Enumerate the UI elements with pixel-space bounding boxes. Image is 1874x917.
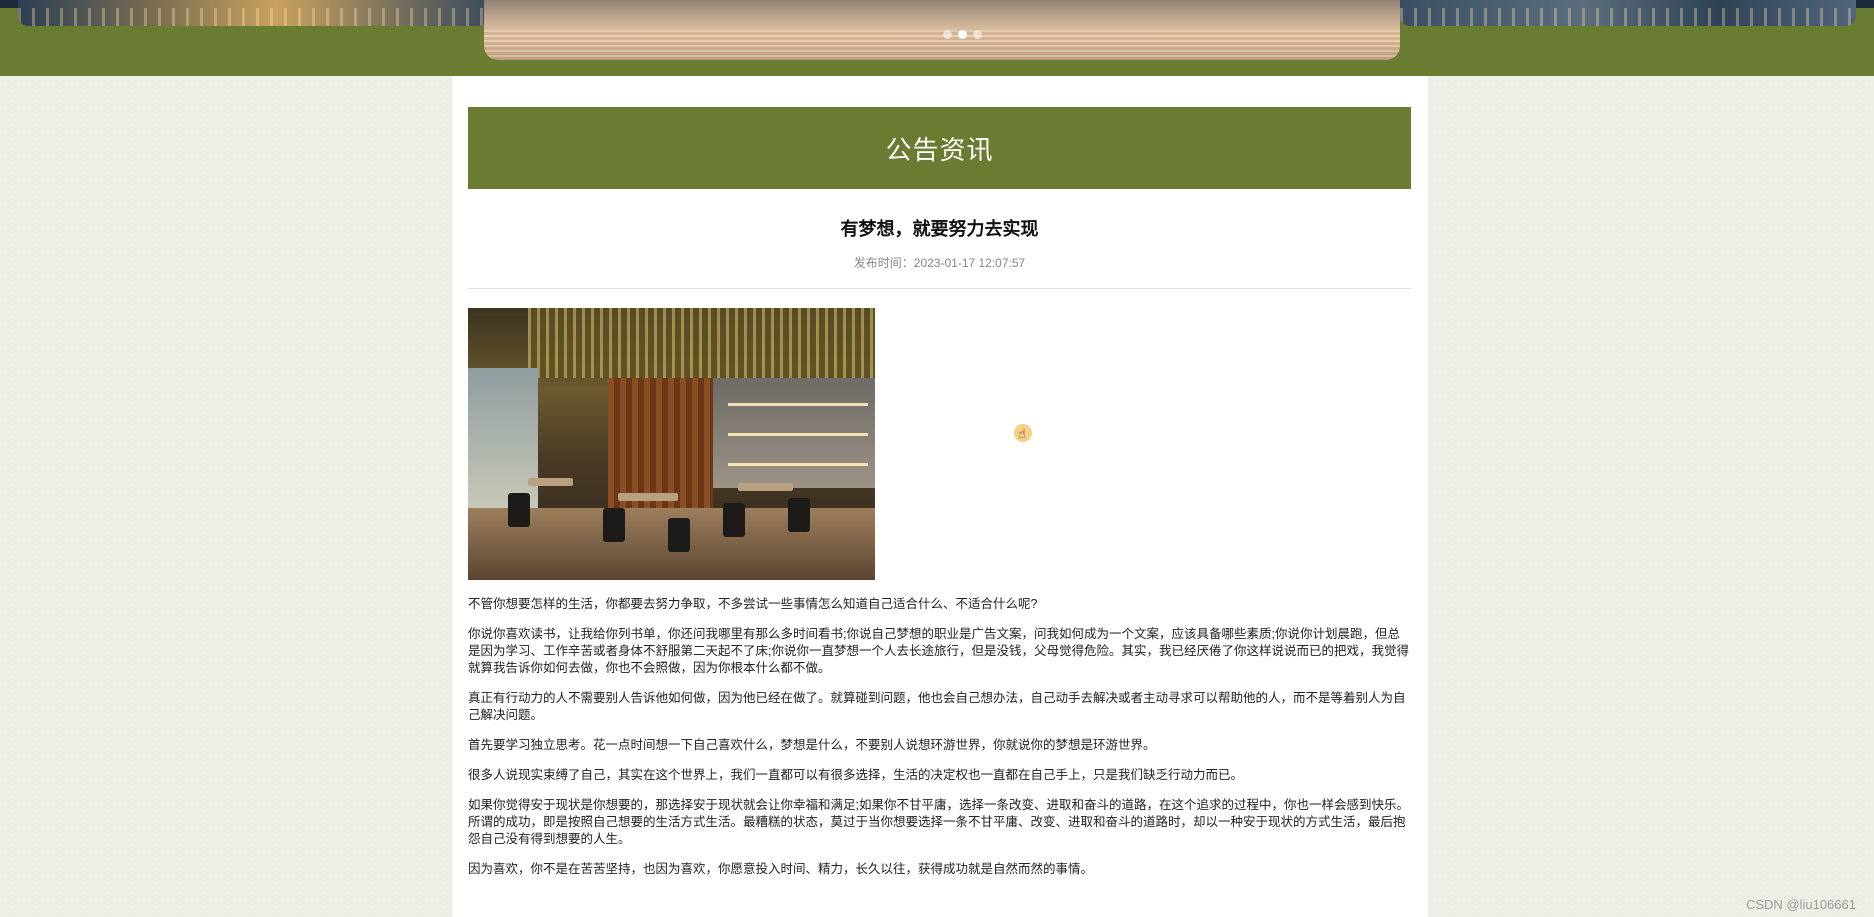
article-panel: 公告资讯 有梦想，就要努力去实现 发布时间：2023-01-17 12:07:5… bbox=[452, 76, 1428, 917]
image-chair bbox=[603, 508, 625, 542]
carousel-dot-2[interactable] bbox=[958, 30, 967, 39]
article-paragraph: 很多人说现实束缚了自己，其实在这个世界上，我们一直都可以有很多选择，生活的决定权… bbox=[468, 768, 1244, 782]
carousel-indicators bbox=[943, 30, 982, 39]
image-table bbox=[618, 493, 678, 501]
article-publish-info: 发布时间：2023-01-17 12:07:57 bbox=[468, 254, 1411, 271]
image-table bbox=[528, 478, 573, 486]
title-divider bbox=[468, 288, 1411, 289]
image-chair bbox=[508, 493, 530, 527]
article-body: 不管你想要怎样的生活，你都要去努力争取，不多尝试一些事情怎么知道自己适合什么、不… bbox=[468, 596, 1411, 891]
article-title: 有梦想，就要努力去实现 bbox=[840, 219, 1039, 239]
publish-time: 2023-01-17 12:07:57 bbox=[913, 256, 1026, 270]
carousel-dot-3[interactable] bbox=[973, 30, 982, 39]
publish-label: 发布时间： bbox=[853, 256, 914, 270]
top-banner-area bbox=[0, 0, 1874, 76]
carousel-dot-1[interactable] bbox=[943, 30, 952, 39]
article-paragraph: 如果你觉得安于现状是你想要的，那选择安于现状就会让你幸福和满足;如果你不甘平庸，… bbox=[468, 798, 1409, 846]
article-paragraph: 因为喜欢，你不是在苦苦坚持，也因为喜欢，你愿意投入时间、精力，长久以往，获得成功… bbox=[468, 862, 1094, 876]
image-shelf bbox=[728, 463, 868, 466]
image-window bbox=[468, 368, 538, 508]
mouse-cursor-icon: ☝ bbox=[1014, 424, 1032, 442]
article-paragraph: 不管你想要怎样的生活，你都要去努力争取，不多尝试一些事情怎么知道自己适合什么、不… bbox=[468, 597, 1038, 611]
carousel-prev-slide-image[interactable] bbox=[18, 0, 488, 26]
article-paragraph: 你说你喜欢读书，让我给你列书单，你还问我哪里有那么多时间看书;你说自己梦想的职业… bbox=[468, 627, 1409, 675]
article-image bbox=[468, 308, 875, 580]
image-chair bbox=[788, 498, 810, 532]
section-header-title: 公告资讯 bbox=[885, 134, 994, 165]
image-table bbox=[738, 483, 793, 491]
article-paragraph: 真正有行动力的人不需要别人告诉他如何做，因为他已经在做了。就算碰到问题，他也会自… bbox=[468, 691, 1406, 722]
watermark: CSDN @liu106661 bbox=[1745, 897, 1856, 912]
image-shelf bbox=[728, 433, 868, 436]
image-shelf bbox=[728, 403, 868, 406]
section-header: 公告资讯 bbox=[468, 107, 1411, 189]
article-paragraph: 首先要学习独立思考。花一点时间想一下自己喜欢什么，梦想是什么，不要别人说想环游世… bbox=[468, 738, 1156, 752]
carousel-active-slide-image[interactable] bbox=[484, 0, 1400, 60]
image-chair bbox=[668, 518, 690, 552]
carousel-next-slide-image[interactable] bbox=[1400, 0, 1856, 26]
image-chair bbox=[723, 503, 745, 537]
image-ceiling-lights bbox=[528, 308, 875, 378]
image-wood-wall bbox=[608, 378, 713, 508]
